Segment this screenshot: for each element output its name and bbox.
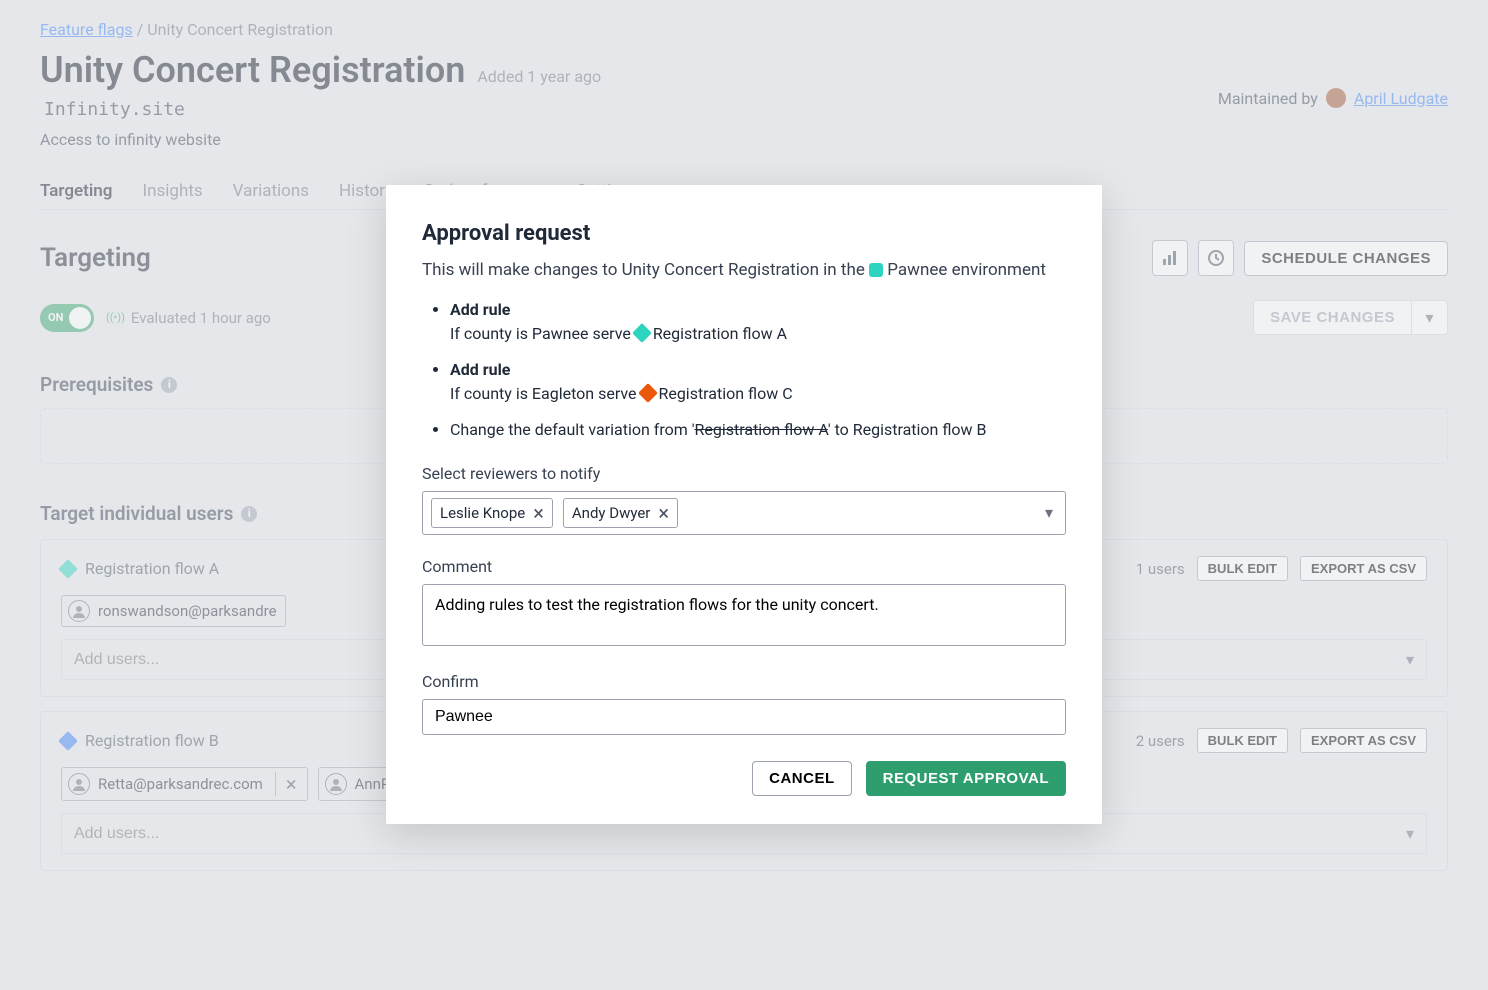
change-item: Change the default variation from 'Regis… — [450, 418, 1066, 442]
chevron-down-icon: ▾ — [1045, 503, 1053, 522]
modal-overlay: Approval request This will make changes … — [0, 0, 1488, 990]
approval-request-modal: Approval request This will make changes … — [386, 185, 1102, 824]
change-list: Add rule If county is Pawnee serve Regis… — [422, 298, 1066, 442]
remove-reviewer-button[interactable]: × — [533, 503, 544, 523]
reviewers-select[interactable]: Leslie Knope × Andy Dwyer × ▾ — [422, 491, 1066, 535]
change-item: Add rule If county is Pawnee serve Regis… — [450, 298, 1066, 346]
comment-label: Comment — [422, 557, 1066, 576]
remove-reviewer-button[interactable]: × — [658, 503, 669, 523]
reviewers-label: Select reviewers to notify — [422, 464, 1066, 483]
modal-title: Approval request — [422, 221, 1066, 246]
request-approval-button[interactable]: REQUEST APPROVAL — [866, 761, 1066, 796]
comment-textarea[interactable] — [422, 584, 1066, 646]
change-item: Add rule If county is Eagleton serve Reg… — [450, 358, 1066, 406]
reviewer-tag: Leslie Knope × — [431, 498, 553, 528]
reviewer-tag: Andy Dwyer × — [563, 498, 678, 528]
cancel-button[interactable]: CANCEL — [752, 761, 852, 796]
environment-icon — [869, 263, 883, 277]
confirm-input[interactable] — [422, 699, 1066, 735]
modal-lead: This will make changes to Unity Concert … — [422, 258, 1066, 284]
confirm-label: Confirm — [422, 672, 1066, 691]
